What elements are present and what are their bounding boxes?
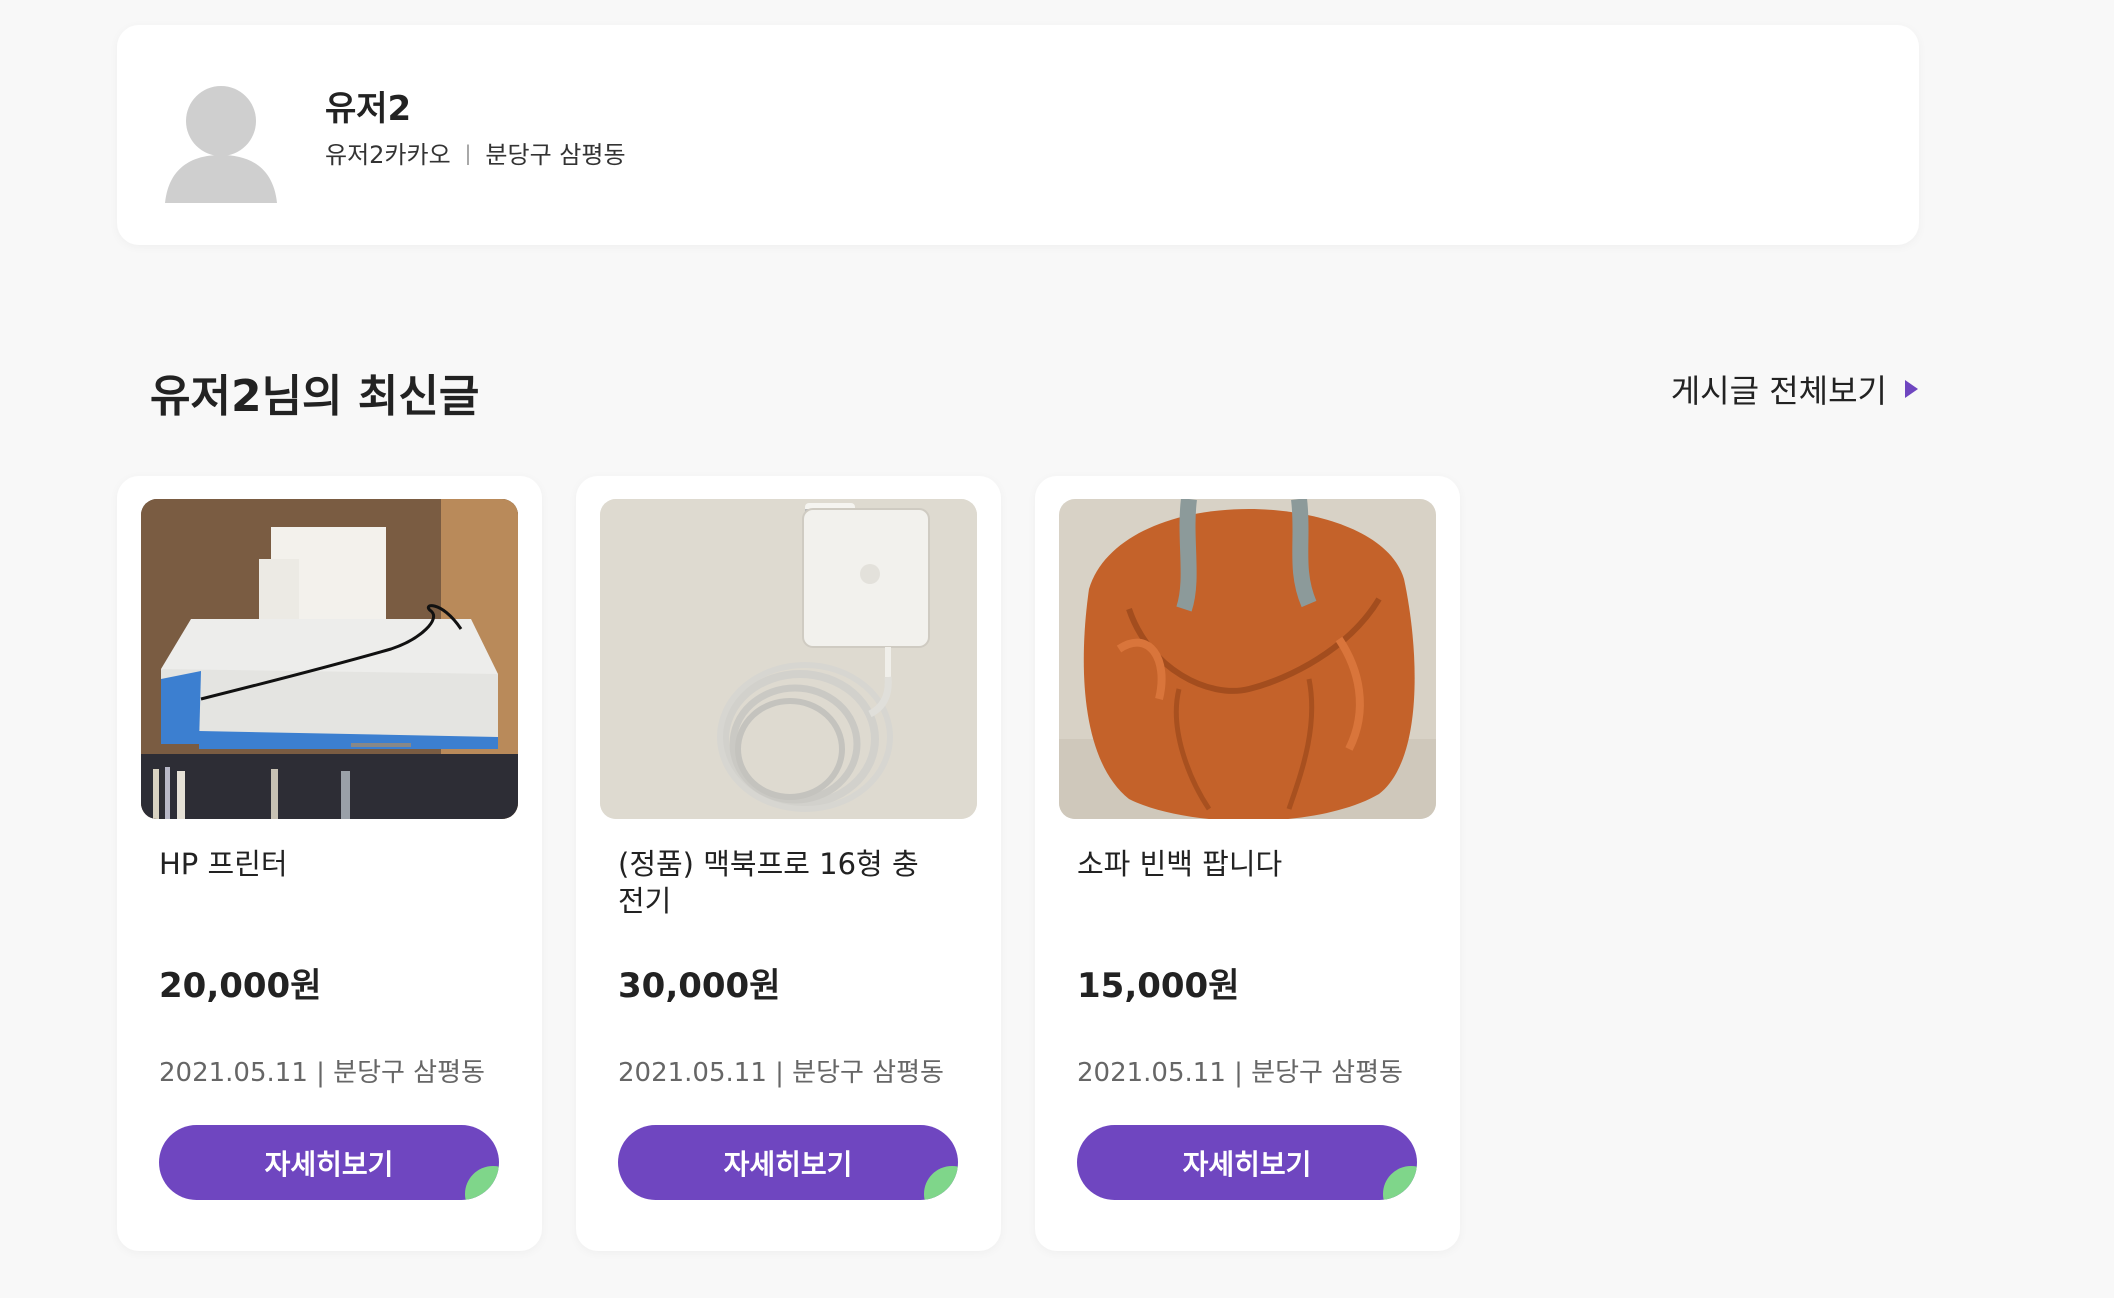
profile-location: 분당구 삼평동 (485, 141, 626, 169)
leaf-decoration (465, 1166, 499, 1200)
view-all-link[interactable]: 게시글 전체보기 (1671, 366, 1918, 412)
detail-button-label: 자세히보기 (1182, 1147, 1312, 1181)
detail-button[interactable]: 자세히보기 (159, 1125, 499, 1200)
post-title[interactable]: 소파 빈백 팝니다 (1077, 846, 1397, 883)
leaf-decoration (1383, 1166, 1417, 1200)
post-card[interactable]: HP 프린터 20,000원 2021.05.11 | 분당구 삼평동 자세히보… (117, 476, 542, 1251)
profile-name: 유저2 (325, 89, 412, 129)
profile-nickname: 유저2카카오 (325, 141, 451, 169)
charger-photo (600, 499, 977, 819)
post-list: HP 프린터 20,000원 2021.05.11 | 분당구 삼평동 자세히보… (117, 476, 1460, 1251)
view-all-label: 게시글 전체보기 (1670, 372, 1887, 410)
printer-photo (141, 499, 518, 819)
post-card[interactable]: 소파 빈백 팝니다 15,000원 2021.05.11 | 분당구 삼평동 자… (1035, 476, 1460, 1251)
detail-button[interactable]: 자세히보기 (1077, 1125, 1417, 1200)
section-title: 유저2님의 최신글 (150, 371, 480, 422)
beanbag-photo (1059, 499, 1436, 819)
post-meta: 2021.05.11 | 분당구 삼평동 (618, 1058, 944, 1088)
post-meta: 2021.05.11 | 분당구 삼평동 (159, 1058, 485, 1088)
post-card[interactable]: (정품) 맥북프로 16형 충전기 30,000원 2021.05.11 | 분… (576, 476, 1001, 1251)
profile-card: 유저2 유저2카카오 | 분당구 삼평동 (117, 25, 1919, 245)
post-price: 30,000원 (618, 966, 781, 1006)
leaf-decoration (924, 1166, 958, 1200)
post-title[interactable]: (정품) 맥북프로 16형 충전기 (618, 846, 938, 920)
detail-button-label: 자세히보기 (264, 1147, 394, 1181)
post-title[interactable]: HP 프린터 (159, 846, 479, 883)
post-price: 15,000원 (1077, 966, 1240, 1006)
play-arrow-icon (1905, 380, 1918, 398)
profile-separator: | (464, 140, 472, 165)
profile-meta: 유저2카카오 | 분당구 삼평동 (325, 135, 626, 170)
detail-button[interactable]: 자세히보기 (618, 1125, 958, 1200)
detail-button-label: 자세히보기 (723, 1147, 853, 1181)
post-meta: 2021.05.11 | 분당구 삼평동 (1077, 1058, 1403, 1088)
avatar-icon (165, 86, 277, 203)
post-price: 20,000원 (159, 966, 322, 1006)
